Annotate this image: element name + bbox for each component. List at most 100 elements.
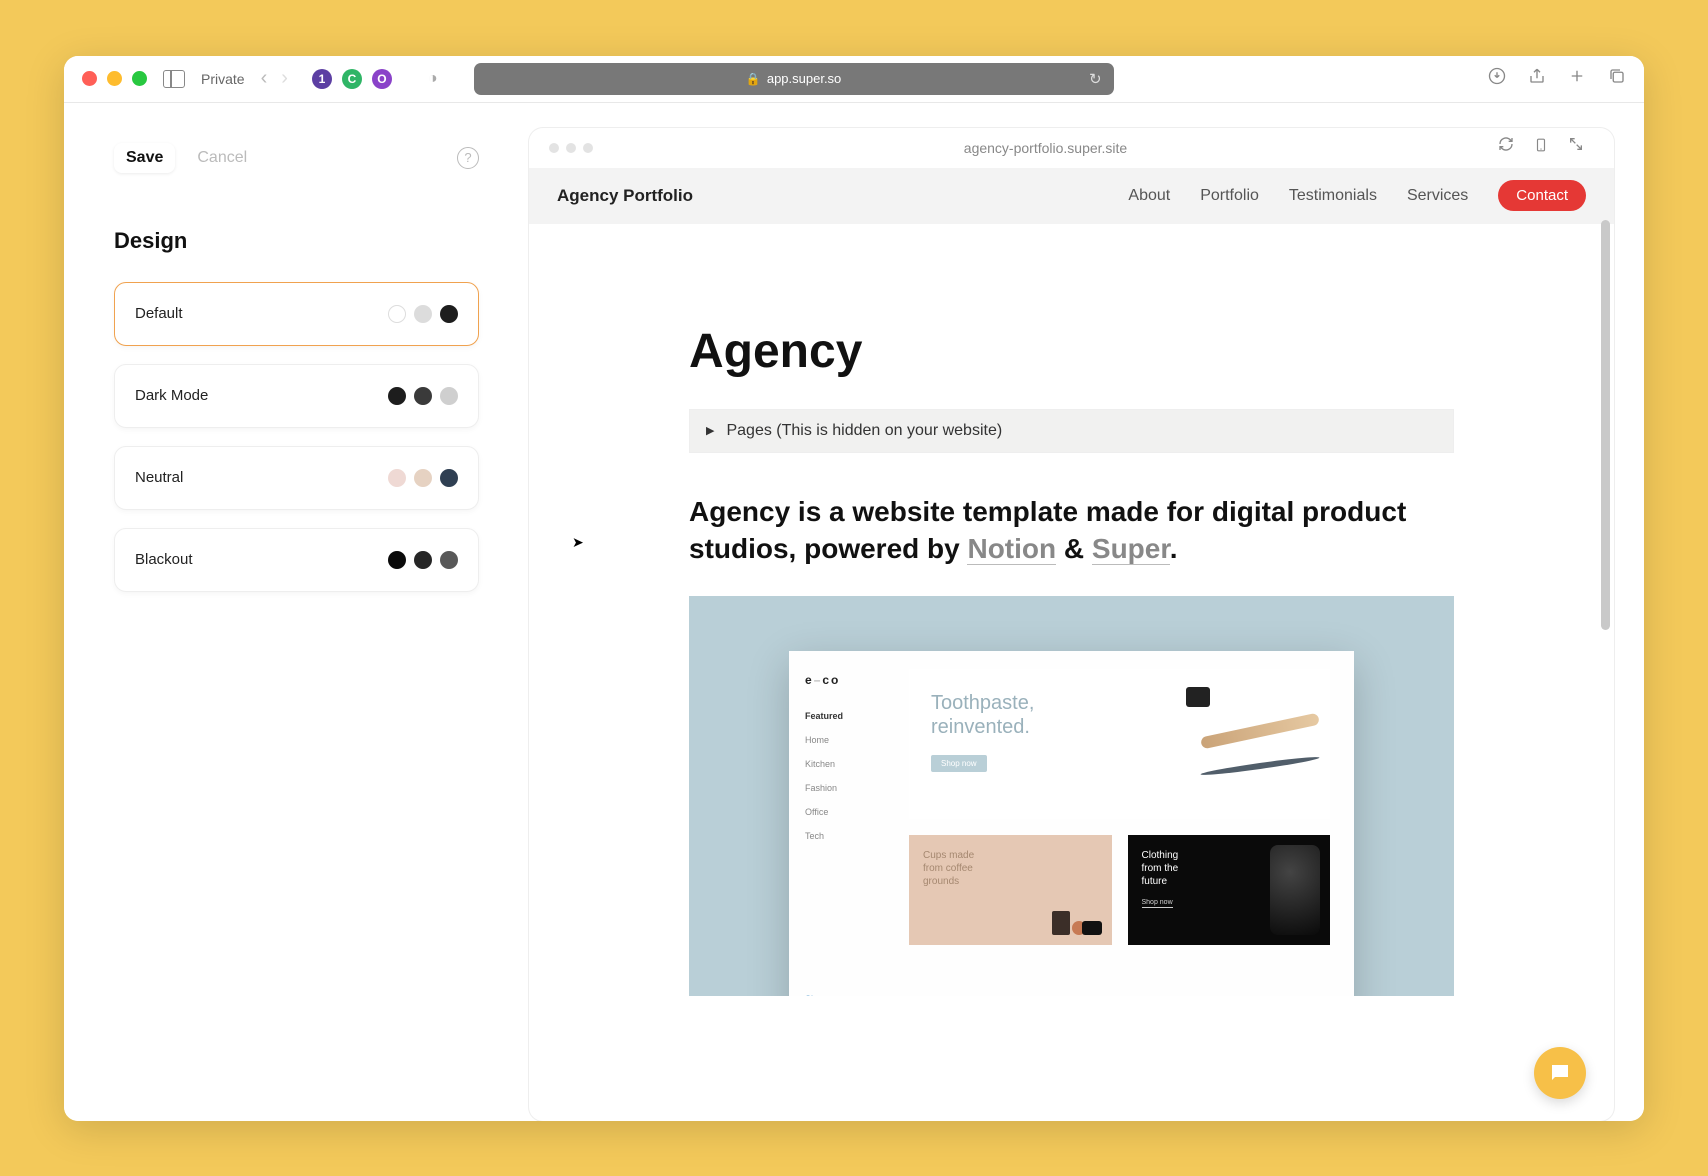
- theme-swatches: [388, 305, 458, 323]
- help-icon[interactable]: ?: [457, 147, 479, 169]
- nav-link-services[interactable]: Services: [1407, 187, 1468, 205]
- theme-swatches: [388, 469, 458, 487]
- contact-button[interactable]: Contact: [1498, 180, 1586, 211]
- reload-preview-icon[interactable]: [1498, 136, 1514, 159]
- cancel-button[interactable]: Cancel: [197, 149, 247, 167]
- privacy-shield-icon[interactable]: ◑: [428, 70, 438, 88]
- hidden-pages-toggle[interactable]: ▶ Pages (This is hidden on your website): [689, 409, 1454, 453]
- new-tab-icon[interactable]: [1568, 67, 1586, 90]
- mockup-signup: Signup: [805, 994, 893, 996]
- panel-title: Design: [114, 228, 479, 254]
- forward-icon[interactable]: ›: [281, 67, 288, 90]
- swatch: [440, 551, 458, 569]
- extension-icon[interactable]: O: [372, 69, 392, 89]
- swatch: [388, 305, 406, 323]
- theme-card-blackout[interactable]: Blackout: [114, 528, 479, 592]
- toothbrush-icon: [1190, 687, 1320, 747]
- preview-window-dots: [549, 143, 593, 153]
- mockup-window: e–co Featured Home Kitchen Fashion Offic…: [789, 651, 1354, 996]
- swatch: [414, 305, 432, 323]
- mockup-menu-item: Tech: [805, 831, 893, 841]
- theme-card-neutral[interactable]: Neutral: [114, 446, 479, 510]
- minimize-icon[interactable]: [107, 71, 122, 86]
- swatch: [388, 469, 406, 487]
- preview-wrapper: agency-portfolio.super.site: [529, 128, 1614, 1121]
- hero-image: e–co Featured Home Kitchen Fashion Offic…: [689, 596, 1454, 996]
- swatch: [388, 387, 406, 405]
- tagline: Agency is a website template made for di…: [689, 493, 1454, 569]
- mockup-menu-item: Office: [805, 807, 893, 817]
- preview-body[interactable]: Agency Portfolio About Portfolio Testimo…: [529, 168, 1614, 1121]
- extension-icon[interactable]: 1: [312, 69, 332, 89]
- theme-name: Dark Mode: [135, 387, 208, 404]
- super-link[interactable]: Super: [1092, 533, 1170, 565]
- page-title: Agency: [689, 324, 1454, 379]
- statue-icon: [1270, 845, 1320, 935]
- cursor-icon: ➤: [572, 534, 584, 551]
- swatch: [414, 551, 432, 569]
- mockup-card-cups: Cups made from coffee grounds: [909, 835, 1112, 945]
- theme-swatches: [388, 387, 458, 405]
- browser-window: Private ‹ › 1 C O ◑ 🔒 app.super.so ↻: [64, 56, 1644, 1121]
- mobile-preview-icon[interactable]: [1534, 136, 1548, 159]
- app-content: Save Cancel ? Design Default Dark Mode Neu…: [64, 103, 1644, 1121]
- downloads-icon[interactable]: [1488, 67, 1506, 90]
- preview-toolbar: agency-portfolio.super.site: [529, 128, 1614, 168]
- close-icon[interactable]: [82, 71, 97, 86]
- theme-swatches: [388, 551, 458, 569]
- extension-icon[interactable]: C: [342, 69, 362, 89]
- chat-bubble-button[interactable]: [1534, 1047, 1586, 1099]
- mockup-menu-item: Home: [805, 735, 893, 745]
- site-navbar: Agency Portfolio About Portfolio Testimo…: [529, 168, 1614, 224]
- theme-name: Neutral: [135, 469, 183, 486]
- save-button[interactable]: Save: [114, 143, 175, 173]
- triangle-right-icon: ▶: [706, 424, 714, 437]
- browser-chrome: Private ‹ › 1 C O ◑ 🔒 app.super.so ↻: [64, 56, 1644, 103]
- preview-page: Agency ▶ Pages (This is hidden on your w…: [529, 224, 1614, 1037]
- swatch: [440, 305, 458, 323]
- notion-link[interactable]: Notion: [967, 533, 1056, 565]
- mockup-shop-button: Shop now: [931, 755, 987, 772]
- sidebar-toggle-icon[interactable]: [163, 70, 185, 88]
- design-panel: Save Cancel ? Design Default Dark Mode Neu…: [64, 103, 529, 1121]
- address-bar[interactable]: 🔒 app.super.so ↻: [474, 63, 1114, 95]
- swatch: [440, 387, 458, 405]
- swatch: [414, 469, 432, 487]
- nav-link-portfolio[interactable]: Portfolio: [1200, 187, 1259, 205]
- swatch: [440, 469, 458, 487]
- mockup-main: Toothpaste,reinvented. Shop now Cu: [909, 651, 1354, 996]
- theme-name: Default: [135, 305, 183, 322]
- swatch: [388, 551, 406, 569]
- window-controls[interactable]: [82, 71, 147, 86]
- mockup-menu-item: Fashion: [805, 783, 893, 793]
- chat-icon: [1548, 1061, 1572, 1085]
- tabs-icon[interactable]: [1608, 67, 1626, 90]
- private-label: Private: [201, 71, 245, 87]
- theme-card-dark-mode[interactable]: Dark Mode: [114, 364, 479, 428]
- nav-link-about[interactable]: About: [1128, 187, 1170, 205]
- site-brand[interactable]: Agency Portfolio: [557, 186, 693, 206]
- hidden-pages-label: Pages (This is hidden on your website): [726, 422, 1002, 440]
- mockup-menu-item: Featured: [805, 711, 893, 721]
- theme-list: Default Dark Mode Neutral Blackout: [114, 282, 479, 592]
- lock-icon: 🔒: [746, 72, 761, 86]
- preview-panel: agency-portfolio.super.site: [529, 103, 1644, 1121]
- mockup-sidebar: e–co Featured Home Kitchen Fashion Offic…: [789, 651, 909, 996]
- mockup-logo: e–co: [805, 673, 893, 687]
- maximize-icon[interactable]: [132, 71, 147, 86]
- mockup-menu-item: Kitchen: [805, 759, 893, 769]
- address-text: app.super.so: [767, 71, 841, 86]
- theme-name: Blackout: [135, 551, 193, 568]
- mockup-card-clothing: Clothing from the future Shop now: [1128, 835, 1331, 945]
- theme-card-default[interactable]: Default: [114, 282, 479, 346]
- extensions: 1 C O: [312, 69, 392, 89]
- nav-link-testimonials[interactable]: Testimonials: [1289, 187, 1377, 205]
- swatch: [414, 387, 432, 405]
- cups-icon: [1052, 885, 1102, 935]
- back-icon[interactable]: ‹: [261, 67, 268, 90]
- refresh-icon[interactable]: ↻: [1089, 70, 1102, 88]
- fullscreen-icon[interactable]: [1568, 136, 1584, 159]
- share-icon[interactable]: [1528, 67, 1546, 90]
- mockup-hero-card: Toothpaste,reinvented. Shop now: [909, 669, 1330, 819]
- preview-url: agency-portfolio.super.site: [601, 140, 1490, 156]
